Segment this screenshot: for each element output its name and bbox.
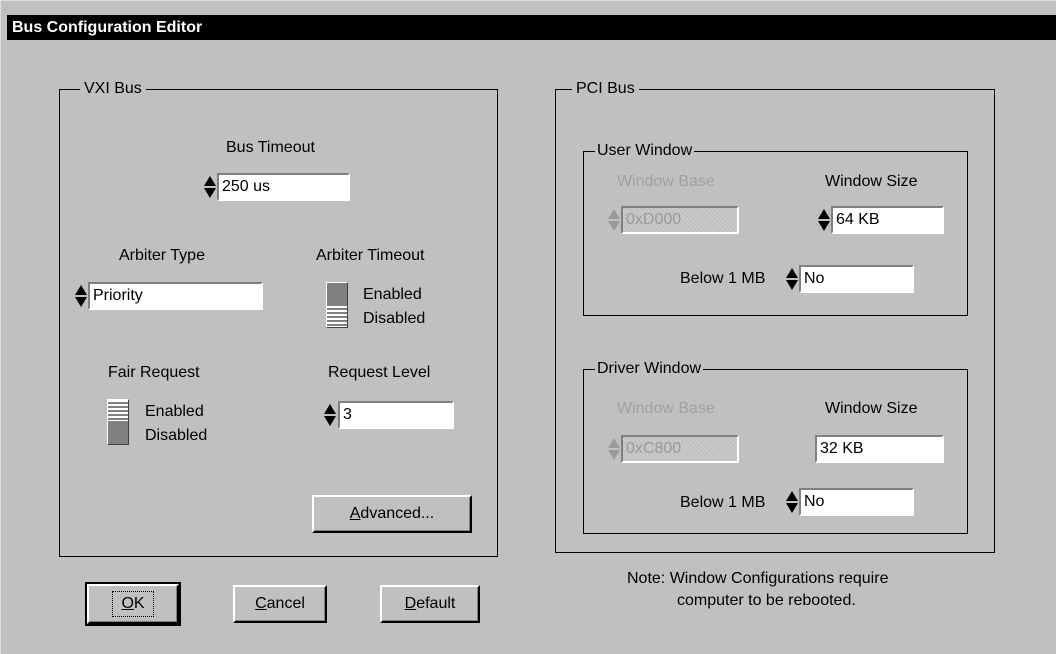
spin-up-icon[interactable]: [204, 176, 216, 186]
window-title: Bus Configuration Editor: [12, 19, 203, 36]
pci-bus-label: PCI Bus: [572, 79, 639, 99]
driver-window-size-field[interactable]: 32 KB: [815, 435, 944, 463]
cancel-button[interactable]: Cancel: [233, 585, 327, 623]
user-window-below-label: Below 1 MB: [680, 270, 766, 287]
driver-window-label: Driver Window: [595, 359, 704, 379]
spin-down-icon[interactable]: [818, 221, 830, 231]
arbiter-type-spinner[interactable]: [75, 284, 87, 308]
spin-down-icon: [608, 221, 620, 231]
spin-down-icon[interactable]: [324, 416, 336, 426]
advanced-button[interactable]: Advanced...: [312, 495, 472, 533]
bus-timeout-spinner[interactable]: [204, 175, 216, 199]
driver-window-base-label: Window Base: [617, 400, 715, 417]
user-window-size-spinner[interactable]: [818, 208, 830, 232]
spin-down-icon[interactable]: [75, 297, 87, 307]
vxi-bus-label: VXI Bus: [80, 79, 146, 99]
spin-down-icon: [608, 450, 620, 460]
spin-down-icon[interactable]: [786, 503, 798, 513]
driver-window-base-spinner: [608, 437, 620, 461]
user-window-base-spinner: [608, 208, 620, 232]
spin-up-icon[interactable]: [786, 491, 798, 501]
fair-request-toggle[interactable]: [107, 399, 129, 445]
driver-window-below-spinner[interactable]: [786, 490, 798, 514]
spin-up-icon[interactable]: [324, 404, 336, 414]
default-button[interactable]: Default: [380, 585, 480, 623]
bus-timeout-field[interactable]: 250 us: [217, 173, 350, 201]
driver-window-size-label: Window Size: [825, 400, 918, 417]
ok-button[interactable]: OK: [85, 582, 181, 626]
fair-request-enabled-label: Enabled: [145, 403, 204, 420]
arbiter-timeout-disabled-label: Disabled: [363, 310, 426, 327]
spin-down-icon[interactable]: [204, 188, 216, 198]
driver-window-below-label: Below 1 MB: [680, 494, 766, 511]
user-window-base-label: Window Base: [617, 173, 715, 190]
user-window-size-label: Window Size: [825, 173, 918, 190]
fair-request-label: Fair Request: [108, 364, 200, 381]
request-level-field[interactable]: 3: [338, 401, 454, 429]
spin-down-icon[interactable]: [786, 280, 798, 290]
user-window-size-field[interactable]: 64 KB: [831, 206, 944, 234]
arbiter-timeout-label: Arbiter Timeout: [316, 247, 425, 264]
spin-up-icon[interactable]: [818, 209, 830, 219]
user-window-label: User Window: [595, 141, 695, 161]
arbiter-timeout-enabled-label: Enabled: [363, 286, 422, 303]
bus-timeout-label: Bus Timeout: [226, 139, 315, 156]
fair-request-disabled-label: Disabled: [145, 427, 208, 444]
dialog-window: Bus Configuration Editor VXI Bus Bus Tim…: [0, 0, 1056, 654]
arbiter-type-field[interactable]: Priority: [88, 282, 263, 310]
note-text-line1: Note: Window Configurations require: [627, 570, 889, 587]
spin-up-icon[interactable]: [786, 268, 798, 278]
driver-window-below-field[interactable]: No: [799, 488, 914, 516]
title-bar[interactable]: Bus Configuration Editor: [7, 15, 1056, 40]
spin-up-icon[interactable]: [75, 285, 87, 295]
note-text-line2: computer to be rebooted.: [677, 592, 856, 609]
toggle-knob-icon: [108, 400, 128, 421]
user-window-below-field[interactable]: No: [799, 265, 914, 293]
spin-up-icon: [608, 209, 620, 219]
request-level-label: Request Level: [328, 364, 431, 381]
vxi-bus-group: VXI Bus: [59, 79, 498, 557]
user-window-base-field: 0xD000: [621, 206, 739, 234]
user-window-below-spinner[interactable]: [786, 267, 798, 291]
toggle-knob-icon: [327, 306, 347, 327]
arbiter-timeout-toggle[interactable]: [326, 282, 348, 328]
request-level-spinner[interactable]: [324, 403, 336, 427]
driver-window-base-field: 0xC800: [621, 435, 739, 463]
arbiter-type-label: Arbiter Type: [119, 247, 205, 264]
spin-up-icon: [608, 438, 620, 448]
